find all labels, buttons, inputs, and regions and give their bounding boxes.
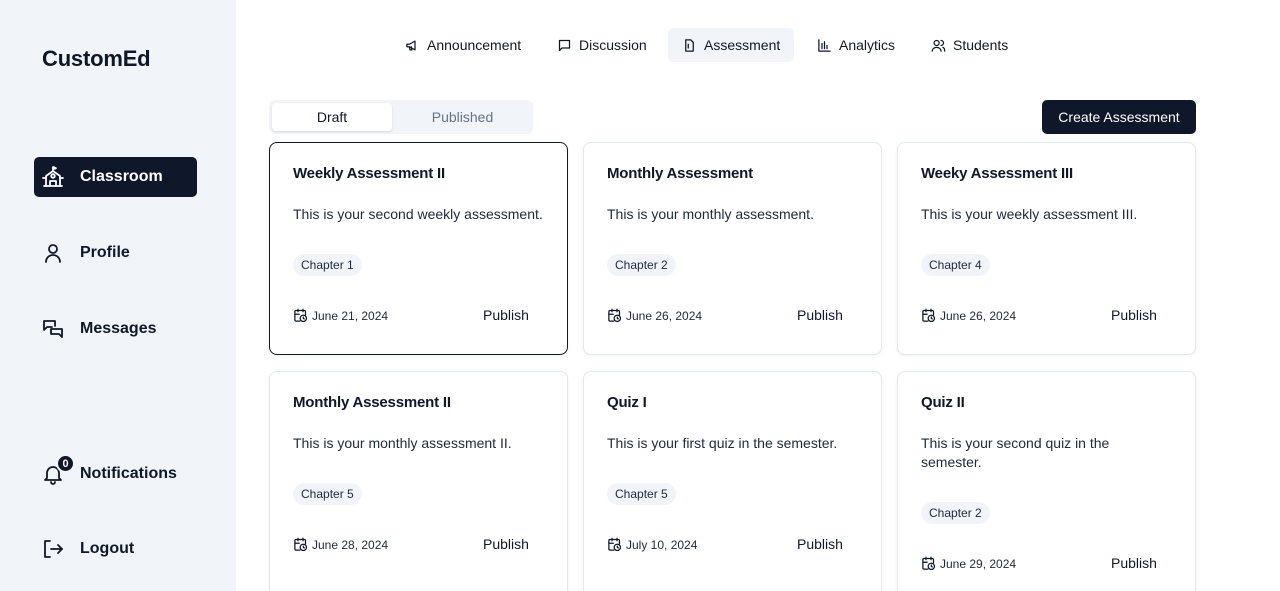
- sidebar-item-label: Notifications: [80, 465, 177, 482]
- megaphone-icon: [406, 40, 416, 50]
- message-square-icon: [558, 39, 571, 51]
- tab-label: Discussion: [579, 37, 647, 53]
- calendar-clock-icon: [294, 537, 308, 552]
- school-icon: [40, 164, 66, 190]
- tab-label: Assessment: [704, 37, 781, 53]
- tab-announcement[interactable]: Announcement: [391, 28, 535, 62]
- publish-button[interactable]: Publish: [1111, 555, 1157, 571]
- date-text: July 10, 2024: [626, 537, 698, 552]
- card-date: June 29, 2024: [921, 556, 1016, 571]
- card-date: June 21, 2024: [293, 308, 388, 323]
- sidebar-item-label: Profile: [80, 244, 130, 261]
- assessment-card[interactable]: Quiz II This is your second quiz in the …: [897, 371, 1196, 591]
- card-title: Quiz I: [607, 394, 647, 411]
- date-text: June 26, 2024: [940, 308, 1017, 323]
- draft-tab[interactable]: Draft: [272, 103, 392, 131]
- bar-chart-icon: [818, 38, 831, 52]
- card-description: This is your monthly assessment II.: [293, 435, 512, 451]
- publish-button[interactable]: Publish: [797, 536, 843, 552]
- assessment-card[interactable]: Quiz I This is your first quiz in the se…: [583, 371, 882, 591]
- card-description: This is your second weekly assessment.: [293, 206, 543, 222]
- brand-logo[interactable]: CustomEd: [42, 46, 151, 72]
- card-title: Weeky Assessment III: [921, 165, 1073, 182]
- tab-label: Announcement: [427, 37, 522, 53]
- assessment-card[interactable]: Weeky Assessment III This is your weekly…: [897, 142, 1196, 355]
- bell-icon: 0: [40, 454, 75, 487]
- chapter-badge: Chapter 5: [607, 483, 676, 505]
- card-description: This is your monthly assessment.: [607, 206, 814, 222]
- date-text: June 21, 2024: [312, 308, 389, 323]
- sidebar-item-label: Classroom: [80, 168, 163, 185]
- date-text: June 29, 2024: [940, 556, 1017, 571]
- assessment-card[interactable]: Weekly Assessment II This is your second…: [269, 142, 568, 355]
- card-description: This is your first quiz in the semester.: [607, 435, 838, 451]
- card-date: June 26, 2024: [607, 308, 702, 323]
- tab-analytics[interactable]: Analytics: [803, 28, 909, 62]
- card-title: Quiz II: [921, 394, 965, 411]
- calendar-clock-icon: [608, 537, 622, 552]
- date-text: June 28, 2024: [312, 537, 389, 552]
- card-title: Monthly Assessment: [607, 165, 753, 182]
- sidebar-item-notifications[interactable]: 0 Notifications: [34, 454, 197, 494]
- published-tab[interactable]: Published: [395, 103, 530, 131]
- chapter-badge: Chapter 2: [921, 502, 990, 524]
- card-description: This is your second quiz in the semester…: [921, 435, 1110, 470]
- assessment-card[interactable]: Monthly Assessment II This is your month…: [269, 371, 568, 591]
- card-date: June 26, 2024: [921, 308, 1016, 323]
- sidebar-item-logout[interactable]: Logout: [34, 529, 197, 569]
- calendar-clock-icon: [608, 308, 622, 323]
- create-assessment-button[interactable]: Create Assessment: [1042, 100, 1196, 134]
- assessment-card[interactable]: Monthly Assessment This is your monthly …: [583, 142, 882, 355]
- tab-label: Students: [953, 37, 1009, 53]
- status-toggle: Draft Published: [269, 100, 533, 134]
- sidebar-item-messages[interactable]: Messages: [34, 309, 197, 349]
- chapter-badge: Chapter 4: [921, 254, 990, 276]
- card-date: June 28, 2024: [293, 537, 388, 552]
- sidebar-item-label: Logout: [80, 540, 135, 557]
- chapter-badge: Chapter 2: [607, 254, 676, 276]
- sidebar: CustomEd Classroom Profile Messages 0 No…: [0, 0, 236, 591]
- date-text: June 26, 2024: [626, 308, 703, 323]
- logout-icon: [40, 536, 66, 562]
- tab-discussion[interactable]: Discussion: [543, 28, 661, 62]
- users-icon: [931, 39, 946, 52]
- card-date: July 10, 2024: [607, 537, 697, 552]
- card-description: This is your weekly assessment III.: [921, 206, 1138, 222]
- tab-assessment[interactable]: Assessment: [668, 28, 795, 62]
- notification-badge: 0: [56, 454, 75, 473]
- tab-students[interactable]: Students: [917, 28, 1022, 62]
- sidebar-item-label: Messages: [80, 320, 157, 337]
- chapter-badge: Chapter 5: [293, 483, 362, 505]
- messages-icon: [40, 316, 66, 342]
- user-icon: [40, 240, 66, 266]
- publish-button[interactable]: Publish: [483, 307, 529, 323]
- calendar-clock-icon: [294, 308, 308, 323]
- publish-button[interactable]: Publish: [797, 307, 843, 323]
- publish-button[interactable]: Publish: [483, 536, 529, 552]
- calendar-clock-icon: [922, 308, 936, 323]
- publish-button[interactable]: Publish: [1111, 307, 1157, 323]
- calendar-clock-icon: [922, 556, 936, 571]
- tab-label: Analytics: [839, 37, 896, 53]
- sidebar-item-classroom[interactable]: Classroom: [34, 157, 197, 197]
- file-icon: [685, 38, 694, 52]
- sidebar-item-profile[interactable]: Profile: [34, 233, 197, 273]
- chapter-badge: Chapter 1: [293, 254, 362, 276]
- card-title: Monthly Assessment II: [293, 394, 451, 411]
- card-title: Weekly Assessment II: [293, 165, 445, 182]
